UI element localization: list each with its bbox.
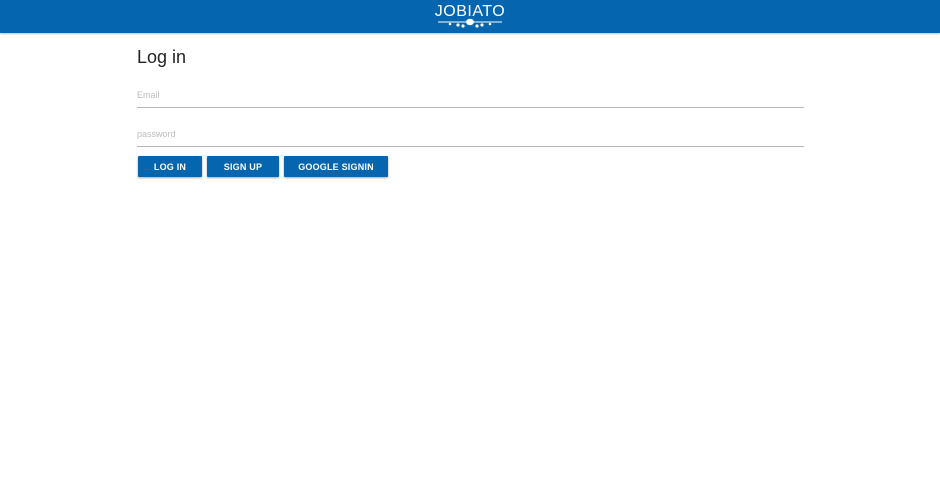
signup-button[interactable]: SIGN UP [207,156,279,177]
button-row: LOG IN SIGN UP GOOGLE SIGNIN [138,156,388,177]
email-field-wrapper [137,85,804,108]
google-signin-button[interactable]: GOOGLE SIGNIN [284,156,388,177]
header-bar: JOBIATO [0,0,940,33]
page-title: Log in [137,47,187,67]
password-field[interactable] [137,124,804,144]
email-field[interactable] [137,85,804,105]
jobiato-logo[interactable]: JOBIATO [430,0,510,33]
airplane-icon [438,18,502,28]
password-field-wrapper [137,124,804,147]
login-panel: Log in LOG IN SIGN UP GOOGLE SIGNIN [137,46,804,177]
login-button[interactable]: LOG IN [138,156,202,177]
